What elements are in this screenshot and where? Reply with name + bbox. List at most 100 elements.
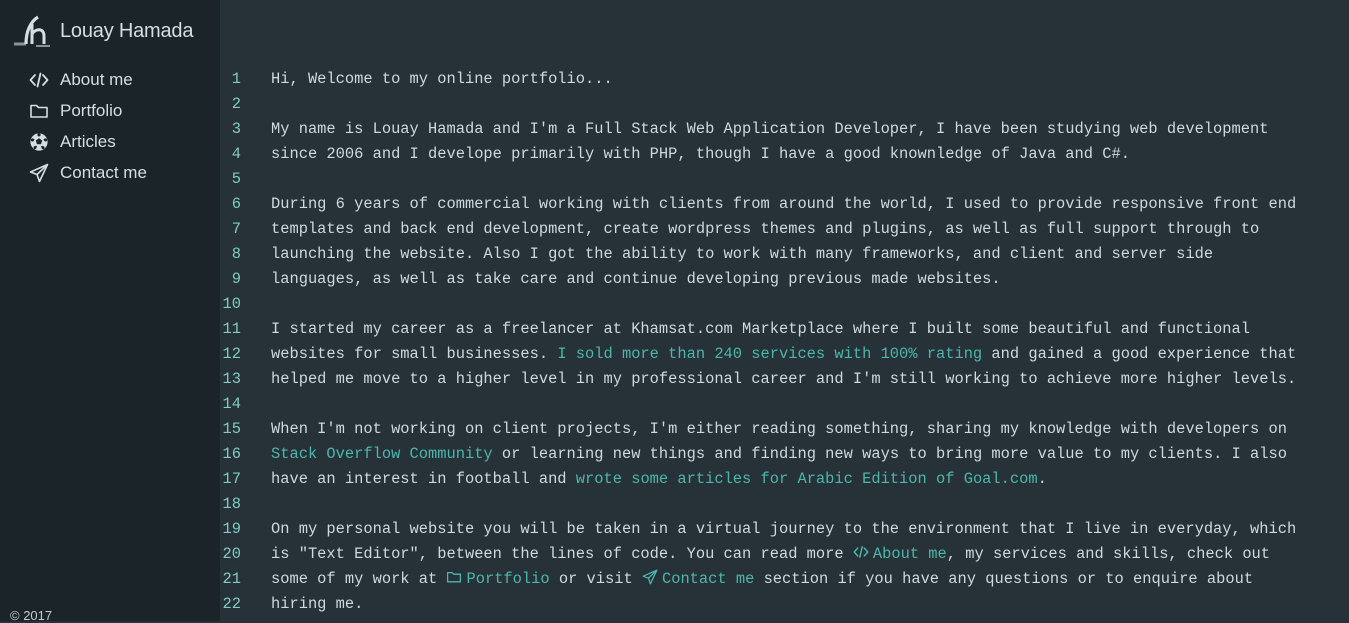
code-line: 18: [220, 492, 1296, 517]
line-number: 3: [231, 120, 241, 138]
sidebar-item-about-me[interactable]: About me: [28, 64, 147, 95]
line-text: languages, as well as take care and cont…: [271, 267, 1001, 292]
editor: 1 Hi, Welcome to my online portfolio... 2 3…: [220, 0, 1349, 621]
line-text: is "Text Editor", between the lines of c…: [271, 542, 1270, 567]
line-number: 12: [222, 345, 241, 363]
code-line: 9 languages, as well as take care and con…: [220, 267, 1296, 292]
sidebar-item-label: Portfolio: [60, 100, 123, 120]
brand-name: Louay Hamada: [60, 19, 194, 42]
inline-link[interactable]: wrote some articles for Arabic Edition o…: [576, 470, 1038, 488]
code-line: 14: [220, 392, 1296, 417]
text-segment: Hi, Welcome to my online portfolio...: [271, 70, 613, 88]
text-segment: websites for small businesses.: [271, 345, 558, 363]
line-number: 20: [222, 545, 241, 563]
inline-link[interactable]: Portfolio: [446, 570, 550, 588]
line-number: 5: [231, 170, 241, 188]
code-line: 7 templates and back end development, cre…: [220, 217, 1296, 242]
text-segment: I started my career as a freelancer at K…: [271, 320, 1251, 338]
text-segment: section if you have any questions or to …: [754, 570, 1254, 588]
code-line: 6 During 6 years of commercial working wi…: [220, 192, 1296, 217]
code-line: 19 On my personal website you will be tak…: [220, 517, 1297, 542]
text-segment: , my services and skills, check out: [946, 545, 1271, 563]
line-text: When I'm not working on client projects,…: [271, 417, 1287, 442]
line-number: 7: [231, 220, 241, 238]
code-line: 8 launching the website. Also I got the a…: [220, 242, 1296, 267]
text-segment: some of my work at: [271, 570, 447, 588]
code-line: 17 have an interest in football and wrote…: [220, 467, 1296, 492]
code-line: 12 websites for small businesses. I sold …: [220, 342, 1297, 367]
inline-link-label: About me: [872, 545, 947, 563]
code-line: 11 I started my career as a freelancer at…: [220, 317, 1296, 342]
text-segment: have an interest in football and: [271, 470, 576, 488]
inline-link[interactable]: Stack Overflow Community: [271, 445, 493, 463]
line-number: 21: [222, 570, 241, 588]
inline-link[interactable]: Contact me: [642, 569, 754, 588]
line-text: templates and back end development, crea…: [271, 217, 1259, 242]
folder-icon: [446, 570, 466, 588]
line-number: 2: [231, 95, 241, 113]
line-text: launching the website. Also I got the ab…: [271, 242, 1213, 267]
line-number: 9: [231, 270, 241, 288]
line-number: 18: [222, 495, 241, 513]
line-number: 6: [231, 195, 241, 213]
code-line: 4 since 2006 and I develope primarily wit…: [220, 142, 1296, 167]
paper-plane-icon: [28, 162, 50, 184]
code-area: 1 Hi, Welcome to my online portfolio... 2 3…: [220, 67, 1297, 617]
line-number: 11: [222, 320, 241, 338]
line-number: 14: [222, 395, 241, 413]
line-number: 15: [222, 420, 241, 438]
text-segment: During 6 years of commercial working wit…: [271, 195, 1297, 213]
inline-link-label: Portfolio: [466, 570, 550, 588]
line-number: 13: [222, 370, 241, 388]
line-text: some of my work at Portfolio or visit Co…: [271, 567, 1253, 592]
text-segment: launching the website. Also I got the ab…: [271, 245, 1214, 263]
text-segment: .: [1037, 470, 1047, 488]
text-segment: My name is Louay Hamada and I'm a Full S…: [271, 120, 1269, 138]
inline-link[interactable]: About me: [853, 545, 947, 563]
text-segment: or learning new things and finding new w…: [492, 445, 1287, 463]
code-line: 1 Hi, Welcome to my online portfolio...: [220, 67, 1296, 92]
line-number: 1: [231, 70, 241, 88]
folder-icon: [28, 100, 50, 122]
code-line: 16 Stack Overflow Community or learning n…: [220, 442, 1296, 467]
line-number: 4: [231, 145, 241, 163]
text-segment: templates and back end development, crea…: [271, 220, 1260, 238]
code-line: 2: [220, 92, 1296, 117]
line-text: since 2006 and I develope primarily with…: [271, 142, 1130, 167]
line-number: 17: [222, 470, 241, 488]
inline-link-label: I sold more than 240 services with 100% …: [557, 345, 983, 363]
line-text: hiring me.: [271, 592, 363, 617]
text-segment: languages, as well as take care and cont…: [271, 270, 1001, 288]
logo-icon: [14, 15, 50, 47]
text-segment: When I'm not working on client projects,…: [271, 420, 1287, 438]
text-segment: On my personal website you will be taken…: [271, 520, 1297, 538]
line-number: 8: [231, 245, 241, 263]
code-line: 13 helped me move to a higher level in my…: [220, 367, 1297, 392]
brand[interactable]: Louay Hamada: [12, 14, 193, 48]
sidebar-item-contact-me[interactable]: Contact me: [28, 157, 147, 188]
sidebar-item-portfolio[interactable]: Portfolio: [28, 95, 147, 126]
inline-link-label: Stack Overflow Community: [271, 445, 493, 463]
line-text: websites for small businesses. I sold mo…: [271, 342, 1296, 367]
code-icon: [28, 69, 50, 91]
text-segment: since 2006 and I develope primarily with…: [271, 145, 1130, 163]
sidebar-item-label: Contact me: [60, 162, 147, 182]
text-segment: and gained a good experience that: [982, 345, 1297, 363]
inline-link[interactable]: I sold more than 240 services with 100% …: [557, 345, 982, 363]
football-icon: [28, 131, 50, 153]
sidebar-item-articles[interactable]: Articles: [28, 126, 147, 157]
code-line: 3 My name is Louay Hamada and I'm a Full …: [220, 117, 1296, 142]
sidebar-item-label: Articles: [60, 131, 116, 151]
code-line: 20 is "Text Editor", between the lines of…: [220, 542, 1296, 567]
code-line: 21 some of my work at Portfolio or visit …: [220, 567, 1296, 592]
line-text: I started my career as a freelancer at K…: [271, 317, 1250, 342]
line-text: have an interest in football and wrote s…: [271, 467, 1047, 492]
inline-link-label: wrote some articles for Arabic Edition o…: [575, 470, 1038, 488]
text-segment: or visit: [549, 570, 642, 588]
line-text: During 6 years of commercial working wit…: [271, 192, 1296, 217]
text-segment: hiring me.: [271, 595, 364, 613]
line-text: Hi, Welcome to my online portfolio...: [271, 67, 613, 92]
line-number: 10: [222, 295, 241, 313]
line-text: My name is Louay Hamada and I'm a Full S…: [271, 117, 1268, 142]
line-text: helped me move to a higher level in my p…: [271, 367, 1296, 392]
